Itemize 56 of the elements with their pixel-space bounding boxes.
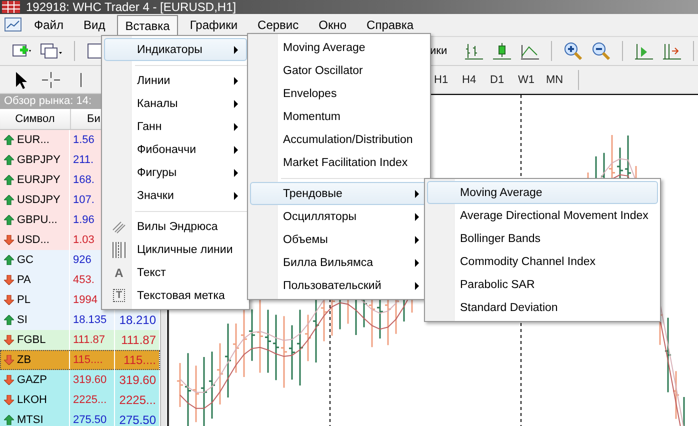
menu-bar-item[interactable]: Вставка (117, 15, 178, 37)
table-cell: EUR... (17, 134, 50, 146)
menu-bar-item[interactable]: Графики (182, 15, 246, 35)
table-cell: USD... (17, 234, 50, 246)
menu-item[interactable]: Standard Deviation (427, 296, 658, 319)
table-cell: USDJPY (17, 194, 60, 206)
menu-item[interactable]: Объемы (250, 228, 428, 251)
menu-item[interactable]: Momentum (250, 105, 428, 128)
table-cell: SI (17, 314, 28, 326)
table-cell: PA (17, 274, 31, 286)
menu-item[interactable]: Bollinger Bands (427, 227, 658, 250)
table-row[interactable]: SI 18.135 18.210 (0, 310, 160, 330)
menu-item[interactable]: Parabolic SAR (427, 273, 658, 296)
menu-item[interactable]: Индикаторы (104, 38, 247, 61)
table-row[interactable]: GAZP 319.60 319.60 (0, 370, 160, 390)
table-row[interactable]: FGBL 111.87 111.87 (0, 330, 160, 350)
timeframe-button[interactable]: H4 (462, 74, 490, 86)
menu-bar-item[interactable]: Вид (76, 15, 114, 35)
table-cell: GC (17, 254, 34, 266)
table-cell: LKOH (17, 394, 47, 406)
menu-item[interactable]: Осцилляторы (250, 205, 428, 228)
table-cell: GBPJPY (17, 154, 60, 166)
menu-bar-item[interactable]: Справка (358, 15, 422, 35)
timeframe-button[interactable]: W1 (518, 74, 546, 86)
window-title: 192918: WHC Trader 4 - [EURUSD,H1] (26, 0, 236, 14)
table-cell: GAZP (17, 374, 47, 386)
menu-bar-item[interactable]: Окно (310, 15, 355, 35)
menu-item[interactable]: Envelopes (250, 82, 428, 105)
menu-bar-item[interactable]: Сервис (250, 15, 307, 35)
text-label-icon: T (112, 289, 126, 302)
table-cell: MTSI (17, 414, 44, 426)
menu-item[interactable]: Average Directional Movement Index (427, 204, 658, 227)
table-cell: GBPU... (17, 214, 58, 226)
table-cell: ZB (17, 354, 32, 366)
menu-item[interactable]: Пользовательский (250, 274, 428, 297)
table-row[interactable]: MTSI 275.50 275.50 (0, 410, 160, 426)
table-row[interactable]: ZB 115.... 115.... (0, 350, 160, 370)
menu-item[interactable]: Moving Average (250, 36, 428, 59)
timeframe-button[interactable]: H1 (434, 74, 462, 86)
table-cell: FGBL (17, 334, 46, 346)
toolbar-button[interactable]: ики (426, 45, 452, 57)
timeframe-button[interactable]: MN (546, 74, 574, 86)
menu-bar-item[interactable]: Файл (26, 15, 72, 35)
table-row[interactable]: LKOH 2225... 2225... (0, 390, 160, 410)
menu-item[interactable]: Билла Вильямса (250, 251, 428, 274)
menu-item[interactable]: Линии (104, 69, 247, 92)
table-cell: PL (17, 294, 30, 306)
menu-item[interactable]: Market Facilitation Index (250, 151, 428, 174)
column-header[interactable]: Символ (0, 109, 71, 129)
menu-item[interactable]: Commodity Channel Index (427, 250, 658, 273)
menu-item[interactable]: Moving Average (427, 181, 658, 204)
timeframe-button[interactable]: D1 (490, 74, 518, 86)
menu-item[interactable]: Accumulation/Distribution (250, 128, 428, 151)
menu-item[interactable]: Gator Oscillator (250, 59, 428, 82)
table-cell: 275.50 (70, 410, 115, 426)
table-cell: EURJPY (17, 174, 60, 186)
